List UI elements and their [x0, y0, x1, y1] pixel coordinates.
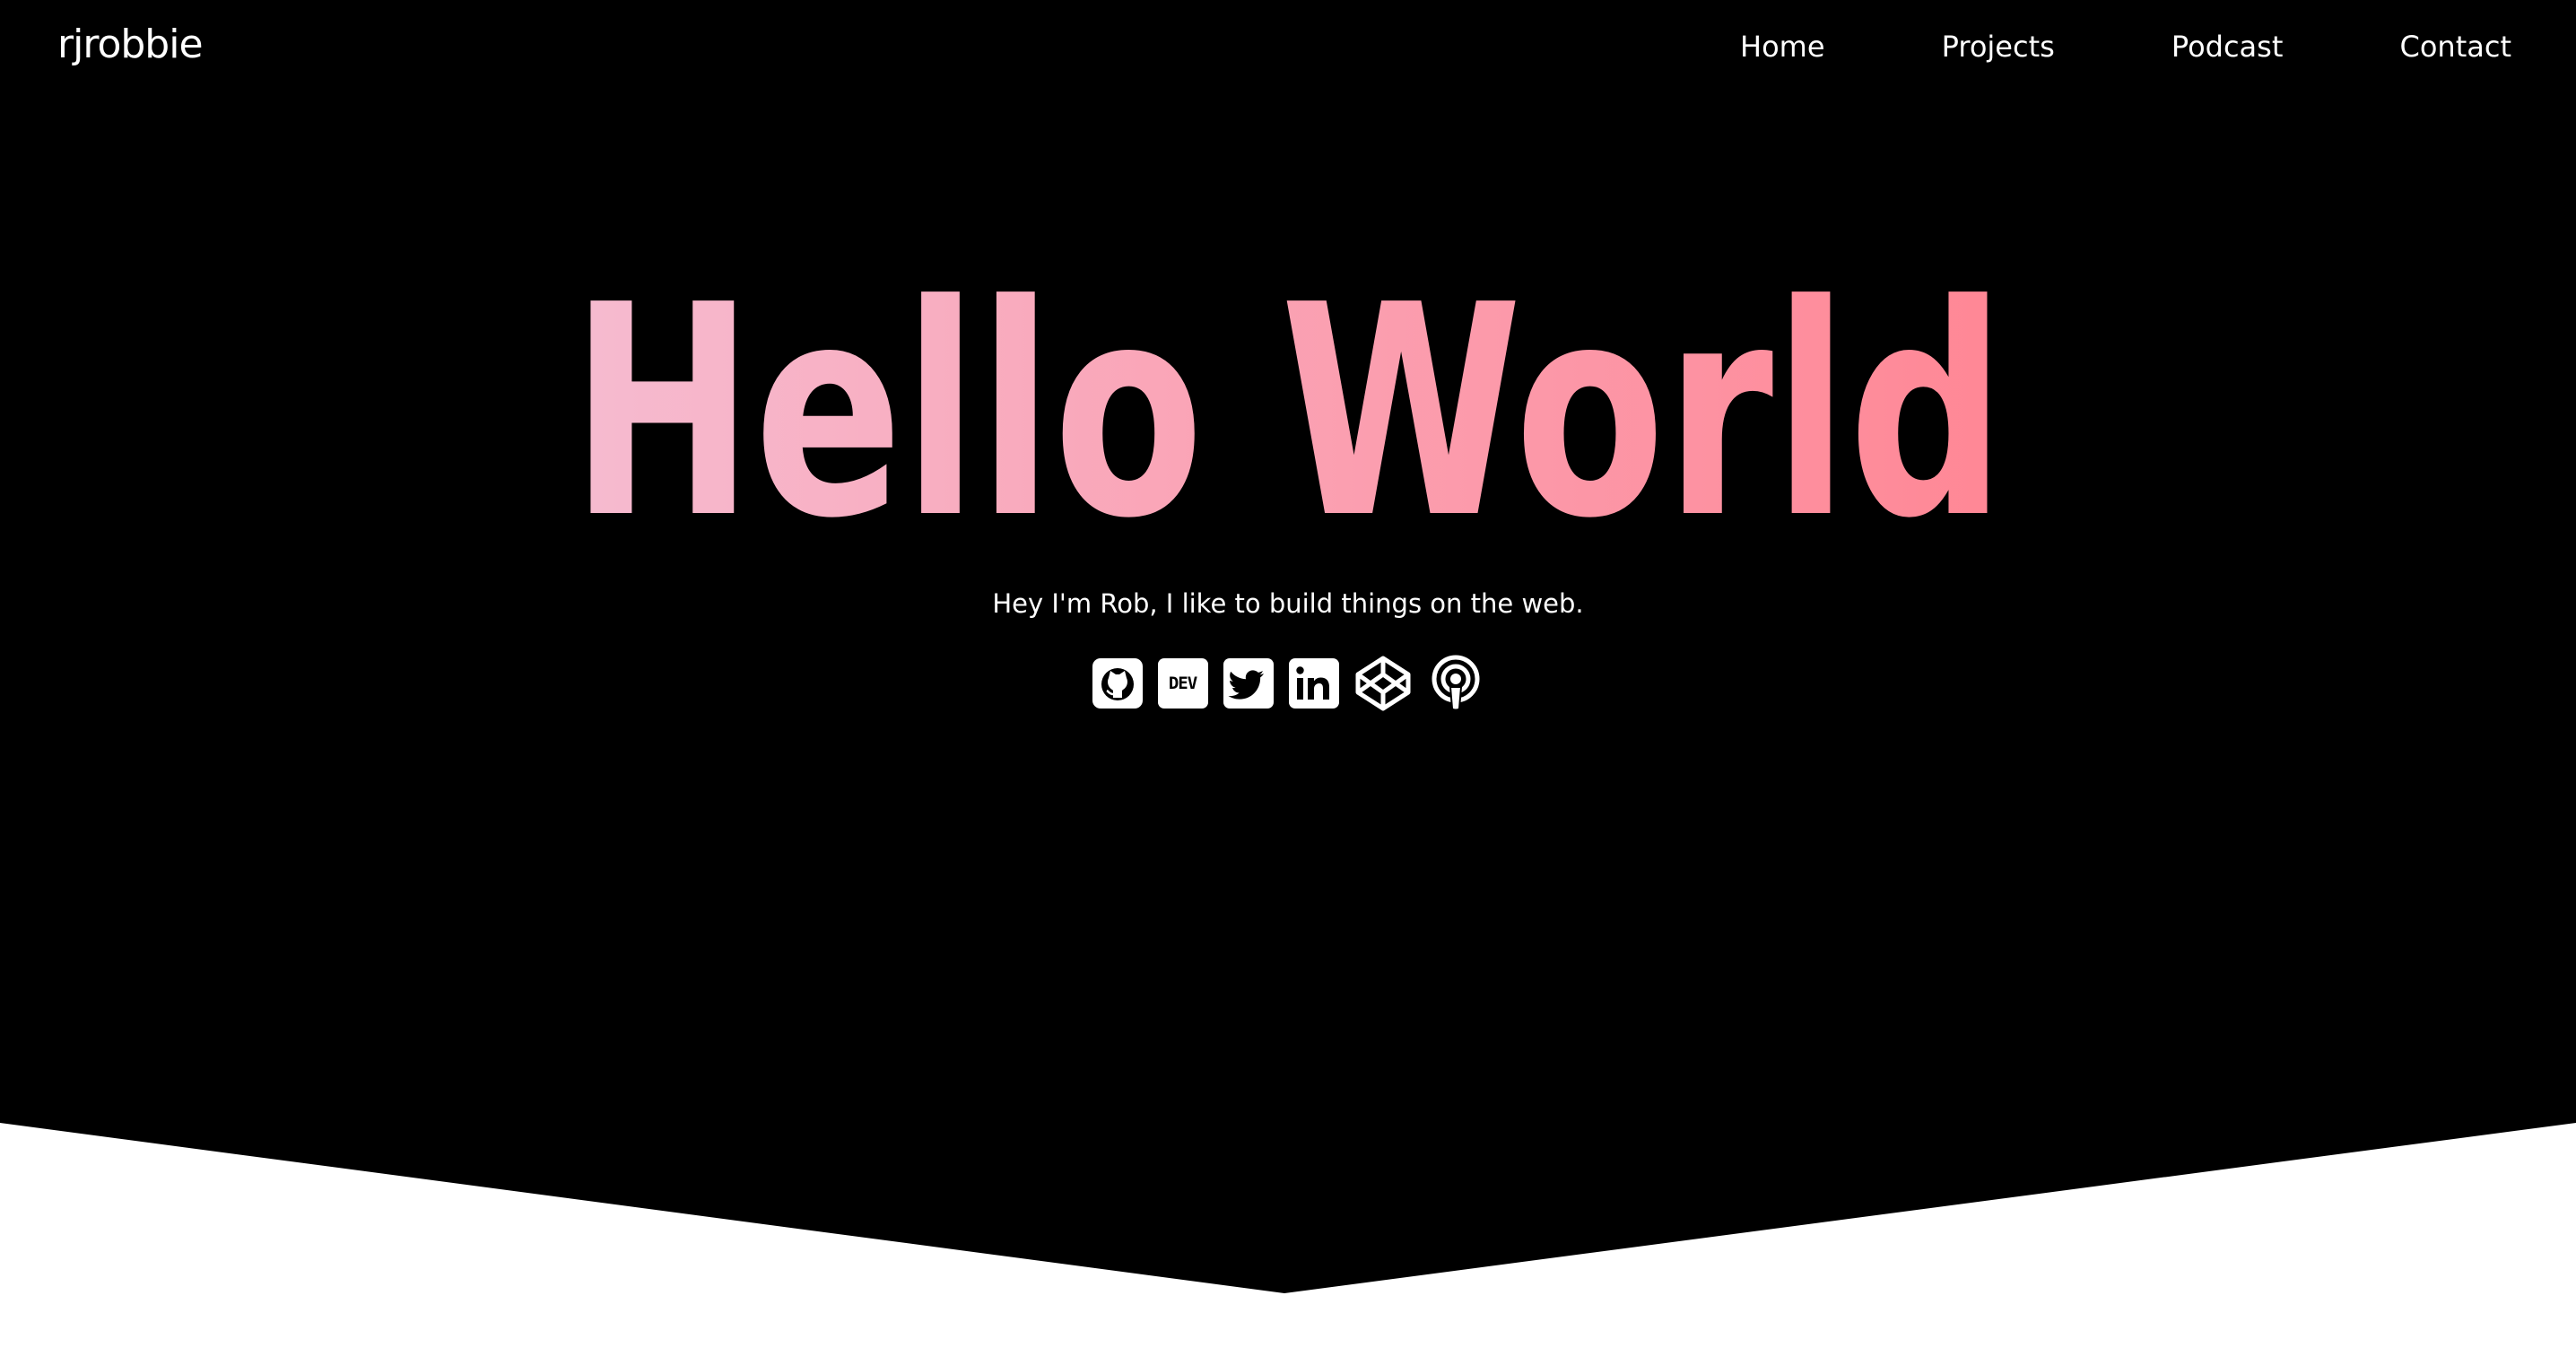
- social-links: DEV: [0, 655, 2576, 712]
- nav-projects[interactable]: Projects: [1942, 22, 2055, 72]
- github-icon: [1092, 658, 1143, 709]
- twitter-icon: [1223, 658, 1274, 709]
- hero-title-text: Hello World: [570, 251, 2006, 556]
- linkedin-link[interactable]: [1288, 658, 1339, 709]
- page: rjrobbie Home Projects Podcast Contact H…: [0, 0, 2576, 1365]
- dev-icon: DEV: [1157, 658, 1208, 709]
- codepen-link[interactable]: [1354, 655, 1412, 712]
- podcast-icon: [1427, 655, 1484, 712]
- dev-link[interactable]: DEV: [1157, 658, 1208, 709]
- github-link[interactable]: [1092, 658, 1143, 709]
- nav-contact[interactable]: Contact: [2400, 22, 2512, 72]
- hero-tagline: Hey I'm Rob, I like to build things on t…: [992, 588, 1584, 619]
- podcast-link[interactable]: [1427, 655, 1484, 712]
- dev-icon-text: DEV: [1168, 674, 1197, 693]
- linkedin-icon: [1288, 658, 1339, 709]
- hero-title: Hello World: [436, 251, 2140, 556]
- brand-logo[interactable]: rjrobbie: [57, 13, 204, 77]
- main-nav: Home Projects Podcast Contact: [1704, 20, 2511, 74]
- codepen-icon: [1354, 655, 1412, 712]
- nav-podcast[interactable]: Podcast: [2171, 22, 2283, 72]
- twitter-link[interactable]: [1223, 658, 1274, 709]
- nav-home[interactable]: Home: [1740, 22, 1825, 72]
